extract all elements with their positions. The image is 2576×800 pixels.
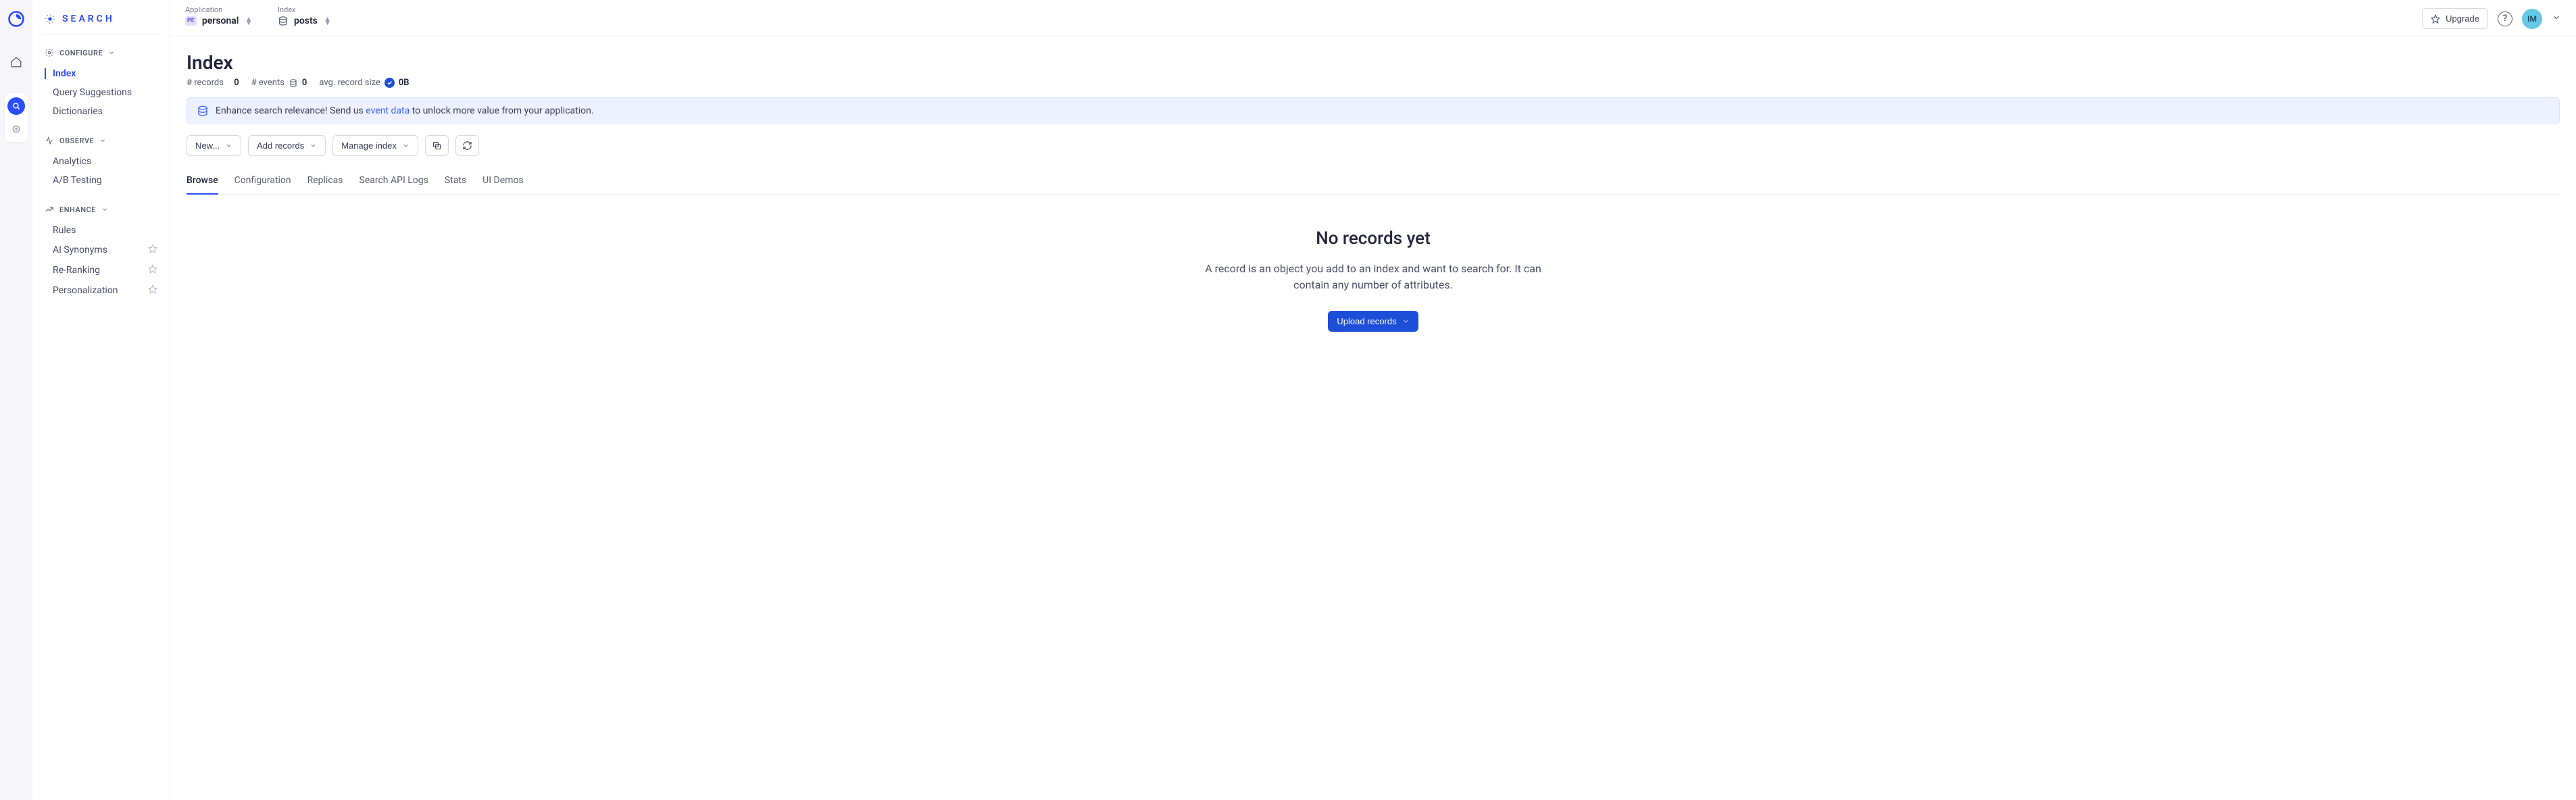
upgrade-button[interactable]: Upgrade [2422,8,2488,29]
chevron-down-icon [99,137,106,144]
refresh-button[interactable] [455,135,479,156]
rail-search-group [5,93,28,142]
trend-icon [45,205,54,214]
sidebar-item-analytics[interactable]: Analytics [32,152,170,171]
section-header-enhance[interactable]: ENHANCE [32,202,170,221]
upload-records-button[interactable]: Upload records [1328,311,1418,332]
chevron-down-icon [108,49,115,56]
sidebar-item-re-ranking[interactable]: Re-Ranking [32,260,170,280]
stat-avg-size: avg. record size 0B [319,78,409,88]
add-pill-icon[interactable] [7,120,25,138]
star-icon [148,284,157,297]
empty-heading: No records yet [1197,228,1549,249]
sidebar-item-rules[interactable]: Rules [32,221,170,240]
avatar[interactable]: IM [2522,9,2542,29]
sidebar: SEARCH CONFIGURE Index Query Suggestions… [32,0,170,800]
banner-text-suffix: to unlock more value from your applicati… [410,105,593,116]
application-badge: PE [185,16,197,26]
chevron-down-icon [402,142,410,149]
brand-logo[interactable] [7,9,26,31]
manage-index-button[interactable]: Manage index [332,135,418,156]
sidebar-section-enhance: ENHANCE Rules AI Synonyms Re-Ranking Per… [32,202,170,313]
relevance-banner: Enhance search relevance! Send us event … [187,97,2560,124]
application-selector[interactable]: Application PE personal ▴▾ [185,5,251,26]
sort-chevrons-icon: ▴▾ [326,17,330,25]
database-icon [197,105,209,117]
chevron-down-icon [1402,318,1410,325]
tab-stats[interactable]: Stats [445,170,466,194]
home-icon[interactable] [5,51,27,73]
sidebar-item-index[interactable]: Index [32,64,170,83]
copy-button[interactable] [425,135,449,156]
tab-browse[interactable]: Browse [187,170,218,194]
sidebar-section-observe: OBSERVE Analytics A/B Testing [32,133,170,202]
chevron-down-icon [225,142,232,149]
stat-events: # events 0 [251,78,307,88]
copy-icon [432,141,442,151]
gear-icon [45,48,54,57]
index-selector-label: Index [278,5,329,14]
star-icon [148,244,157,256]
database-icon [289,78,298,88]
tabs: Browse Configuration Replicas Search API… [187,170,2560,195]
sidebar-item-personalization[interactable]: Personalization [32,280,170,301]
section-header-observe[interactable]: OBSERVE [32,133,170,152]
stats-row: # records 0 # events 0 avg. record size [187,78,2560,88]
tab-configuration[interactable]: Configuration [234,170,291,194]
chevron-down-icon[interactable] [2552,13,2561,25]
chevron-down-icon [101,206,108,213]
index-value: posts [294,16,318,26]
icon-rail [0,0,32,800]
check-badge-icon [385,78,395,88]
section-header-configure[interactable]: CONFIGURE [32,45,170,64]
star-icon [2431,14,2440,24]
tab-search-api-logs[interactable]: Search API Logs [360,170,428,194]
add-records-button[interactable]: Add records [248,135,326,156]
page-title: Index [187,51,2560,74]
help-icon[interactable]: ? [2498,11,2512,26]
action-row: New... Add records Manage index [187,135,2560,156]
sort-chevrons-icon: ▴▾ [247,17,251,25]
sidebar-item-ai-synonyms[interactable]: AI Synonyms [32,240,170,260]
sidebar-section-configure: CONFIGURE Index Query Suggestions Dictio… [32,45,170,133]
application-selector-label: Application [185,5,251,14]
main: Application PE personal ▴▾ Index [170,0,2576,800]
database-icon [278,16,289,26]
index-selector[interactable]: Index posts ▴▾ [278,5,329,26]
chevron-down-icon [309,142,317,149]
stat-records: # records 0 [187,78,239,88]
star-icon [148,264,157,276]
banner-text-prefix: Enhance search relevance! Send us [216,105,366,116]
activity-icon [45,136,54,145]
tab-ui-demos[interactable]: UI Demos [482,170,523,194]
target-icon [45,14,55,24]
empty-body: A record is an object you add to an inde… [1197,261,1549,293]
empty-state: No records yet A record is an object you… [1197,228,1549,332]
banner-link[interactable]: event data [366,105,410,116]
refresh-icon [462,141,472,151]
search-pill-icon[interactable] [7,97,25,115]
topbar: Application PE personal ▴▾ Index [170,0,2576,36]
sidebar-title: SEARCH [32,14,170,34]
sidebar-item-query-suggestions[interactable]: Query Suggestions [32,83,170,102]
application-value: personal [202,16,239,26]
new-button[interactable]: New... [187,135,241,156]
sidebar-item-ab-testing[interactable]: A/B Testing [32,171,170,190]
tab-replicas[interactable]: Replicas [307,170,343,194]
sidebar-item-dictionaries[interactable]: Dictionaries [32,102,170,121]
